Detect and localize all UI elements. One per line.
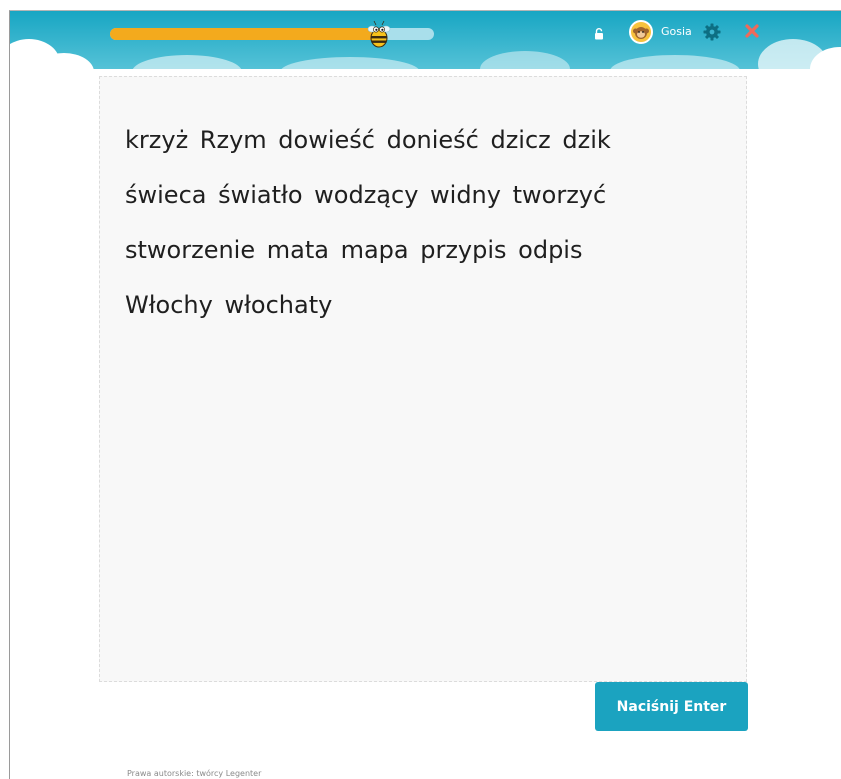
word-line: świeca światło wodzący widny tworzyć	[125, 181, 607, 209]
word-line: stworzenie mata mapa przypis odpis	[125, 236, 583, 264]
close-icon[interactable]	[744, 23, 760, 39]
word-list: krzyż Rzym dowieść donieść dzicz dzik św…	[125, 113, 725, 333]
cloud-decoration	[480, 51, 570, 69]
cloud-decoration	[610, 55, 740, 69]
cloud-decoration	[280, 57, 420, 69]
user-name[interactable]: Gosia	[661, 25, 692, 38]
enter-button[interactable]: Naciśnij Enter	[595, 682, 748, 731]
word-line: krzyż Rzym dowieść donieść dzicz dzik	[125, 126, 611, 154]
progress-bar	[110, 20, 434, 48]
avatar[interactable]	[629, 20, 653, 44]
exercise-card: krzyż Rzym dowieść donieść dzicz dzik św…	[99, 76, 747, 682]
cloud-decoration	[132, 55, 242, 69]
progress-fill	[110, 28, 379, 40]
monkey-icon	[633, 27, 649, 39]
gear-icon[interactable]	[703, 23, 721, 41]
app-window: Gosia krzyż Rzym dowieść donieść dzicz d…	[9, 10, 841, 779]
word-line: Włochy włochaty	[125, 291, 333, 319]
lock-icon[interactable]	[594, 28, 604, 40]
header-bar: Gosia	[10, 11, 841, 69]
bee-icon	[367, 20, 391, 48]
copyright-footer: Prawa autorskie: twórcy Legenter	[127, 769, 262, 778]
